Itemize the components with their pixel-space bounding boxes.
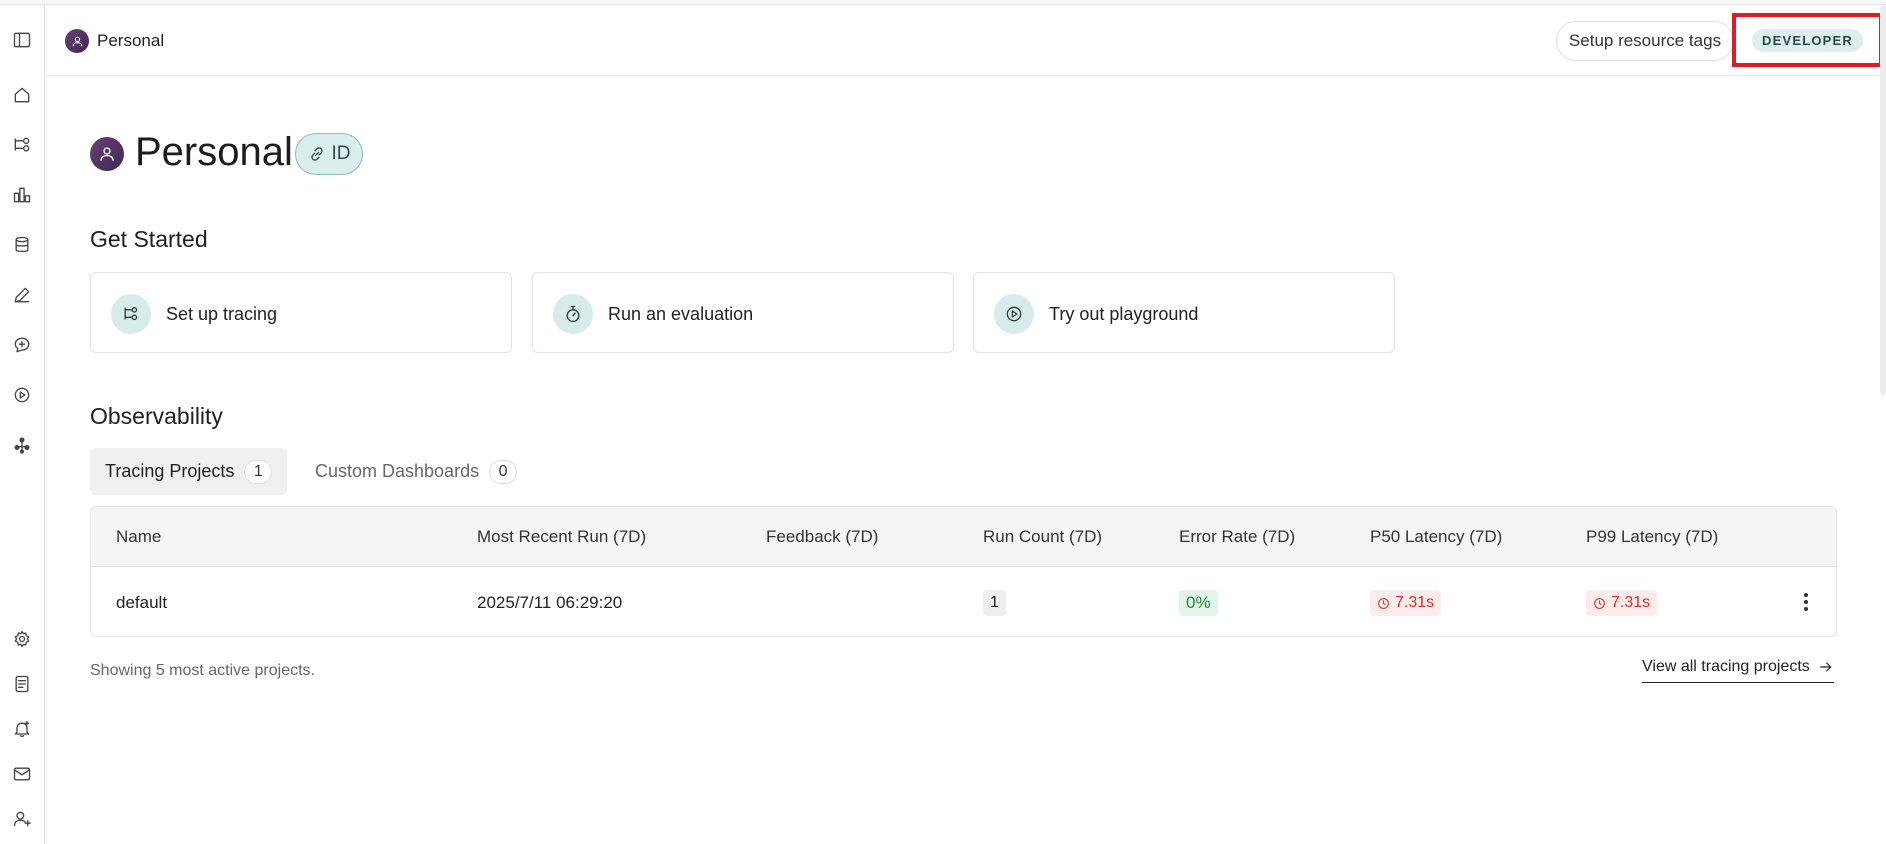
- workspace-avatar: [65, 29, 89, 53]
- stopwatch-icon: [553, 294, 593, 334]
- arrow-right-icon: [1819, 662, 1832, 672]
- column-header-p99-latency[interactable]: P99 Latency (7D): [1586, 527, 1718, 547]
- tab-count: 0: [489, 459, 518, 484]
- card-label: Set up tracing: [166, 304, 278, 324]
- deployments-icon[interactable]: [6, 429, 38, 461]
- run-count-badge: 1: [983, 590, 1006, 616]
- column-header-error-rate[interactable]: Error Rate (7D): [1179, 527, 1295, 547]
- p99-latency-value: 7.31s: [1611, 594, 1651, 611]
- sidebar: [0, 5, 45, 844]
- playground-icon[interactable]: [6, 379, 38, 411]
- column-header-feedback[interactable]: Feedback (7D): [766, 527, 878, 547]
- tab-custom-dashboards[interactable]: Custom Dashboards 0: [300, 448, 532, 495]
- role-badge-highlight: DEVELOPER: [1732, 13, 1883, 67]
- view-all-label: View all tracing projects: [1642, 658, 1810, 675]
- p99-latency-badge: 7.31s: [1586, 590, 1658, 616]
- docs-icon[interactable]: [6, 668, 38, 700]
- workspace-name[interactable]: Personal: [97, 31, 164, 51]
- get-started-heading: Get Started: [90, 226, 208, 252]
- id-chip-label: ID: [331, 143, 351, 164]
- setup-resource-tags-button[interactable]: Setup resource tags: [1556, 21, 1734, 61]
- play-circle-icon: [994, 294, 1034, 334]
- tracing-icon: [111, 294, 151, 334]
- column-header-most-recent-run[interactable]: Most Recent Run (7D): [477, 527, 646, 547]
- user-icon: [72, 36, 82, 46]
- prompts-icon[interactable]: [6, 329, 38, 361]
- notifications-icon[interactable]: [6, 713, 38, 745]
- card-label: Try out playground: [1049, 304, 1199, 324]
- most-recent-run: 2025/7/11 06:29:20: [477, 593, 623, 612]
- p50-latency-badge: 7.31s: [1370, 590, 1442, 616]
- settings-icon[interactable]: [6, 623, 38, 655]
- active-projects-note: Showing 5 most active projects.: [90, 662, 315, 679]
- sidebar-toggle-icon[interactable]: [6, 24, 38, 56]
- datasets-icon[interactable]: [6, 229, 38, 261]
- observability-heading: Observability: [90, 403, 223, 429]
- annotate-icon[interactable]: [6, 279, 38, 311]
- run-evaluation-card[interactable]: Run an evaluation: [532, 272, 954, 353]
- page-title: Personal: [135, 130, 293, 174]
- view-all-tracing-projects-link[interactable]: View all tracing projects: [1642, 658, 1834, 683]
- home-icon[interactable]: [6, 79, 38, 111]
- p50-latency-value: 7.31s: [1395, 594, 1435, 611]
- clock-icon: [1594, 597, 1605, 609]
- link-icon: [310, 147, 323, 161]
- dashboard-icon[interactable]: [6, 179, 38, 211]
- invite-user-icon[interactable]: [6, 803, 38, 835]
- copy-id-button[interactable]: ID: [295, 133, 363, 175]
- tab-label: Custom Dashboards: [315, 461, 480, 481]
- column-header-p50-latency[interactable]: P50 Latency (7D): [1370, 527, 1502, 547]
- role-badge: DEVELOPER: [1752, 28, 1863, 52]
- tab-label: Tracing Projects: [105, 461, 235, 481]
- page-avatar: [90, 137, 124, 171]
- user-icon: [100, 147, 114, 161]
- tab-count: 1: [244, 459, 273, 484]
- column-header-name[interactable]: Name: [116, 527, 161, 547]
- card-label: Run an evaluation: [608, 304, 754, 324]
- error-rate-badge: 0%: [1179, 590, 1218, 616]
- table-header: Name Most Recent Run (7D) Feedback (7D) …: [91, 507, 1836, 567]
- clock-icon: [1378, 597, 1389, 609]
- top-header: Personal Setup resource tags DEVELOPER: [46, 5, 1886, 76]
- page-scrollbar[interactable]: [1880, 5, 1886, 395]
- column-header-run-count[interactable]: Run Count (7D): [983, 527, 1102, 547]
- project-name[interactable]: default: [116, 593, 167, 613]
- tab-tracing-projects[interactable]: Tracing Projects 1: [90, 448, 288, 495]
- tracing-projects-table: Name Most Recent Run (7D) Feedback (7D) …: [90, 506, 1837, 637]
- try-playground-card[interactable]: Try out playground: [973, 272, 1395, 353]
- tracing-icon[interactable]: [6, 129, 38, 161]
- mail-icon[interactable]: [6, 758, 38, 790]
- setup-tracing-card[interactable]: Set up tracing: [90, 272, 512, 353]
- row-more-options-icon[interactable]: [1796, 587, 1816, 617]
